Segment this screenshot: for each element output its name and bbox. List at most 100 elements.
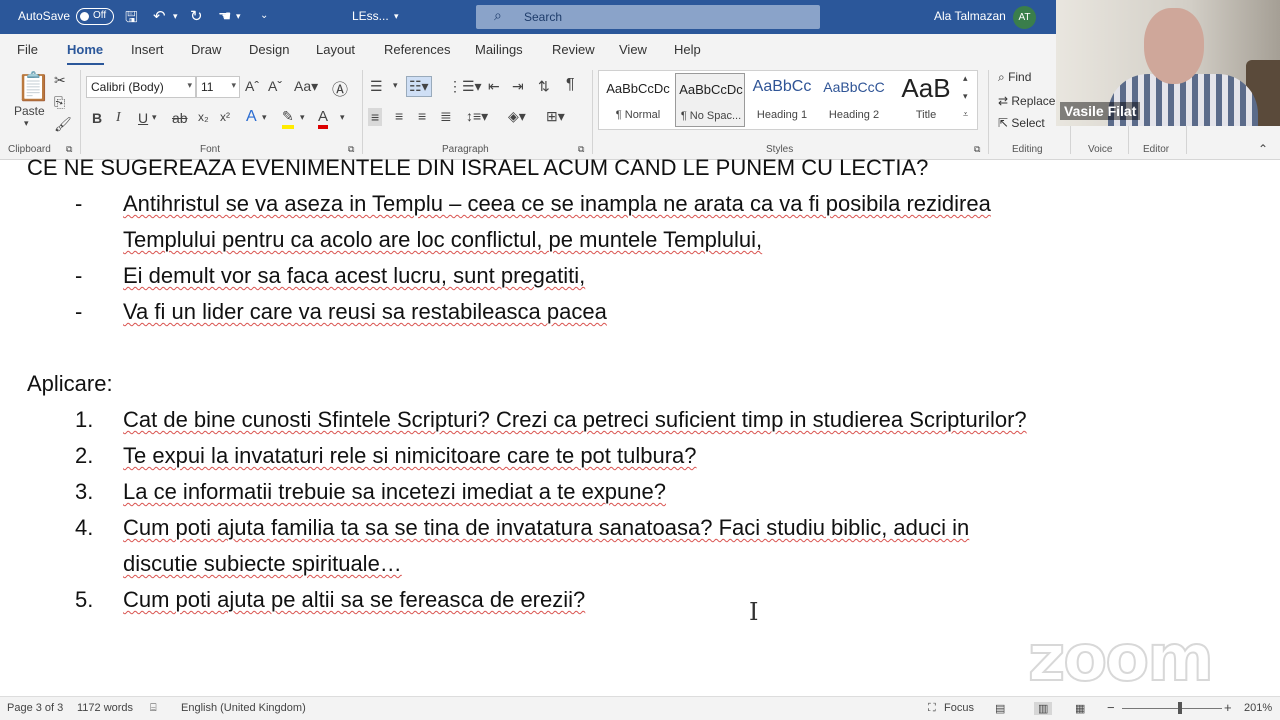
focus-label[interactable]: Focus <box>944 702 974 714</box>
align-center-icon[interactable]: ≡ <box>395 108 403 124</box>
bullets-dropdown-icon[interactable]: ▾ <box>393 80 398 91</box>
proofing-icon[interactable]: ⌸ <box>150 702 157 715</box>
touch-dropdown-icon[interactable]: ▾ <box>236 11 241 22</box>
style-title[interactable]: AaB Title <box>891 73 961 127</box>
borders-icon[interactable]: ⊞▾ <box>546 108 565 125</box>
font-launcher-icon[interactable]: ⧉ <box>348 144 354 155</box>
select-button[interactable]: ⇱ Select <box>998 116 1045 130</box>
save-icon[interactable]: 🖫 <box>125 7 138 32</box>
underline-icon[interactable]: U <box>138 110 148 126</box>
zoom-slider-track[interactable] <box>1122 708 1222 709</box>
superscript-icon[interactable]: x² <box>220 110 230 124</box>
touch-mode-icon[interactable]: ☚ <box>218 7 231 25</box>
clipboard-launcher-icon[interactable]: ⧉ <box>66 144 72 155</box>
find-icon: ⌕ <box>998 70 1009 84</box>
shading-icon[interactable]: ◈▾ <box>508 108 526 125</box>
text-effects-icon[interactable]: A <box>246 108 257 126</box>
zoom-in-button[interactable]: + <box>1224 700 1232 715</box>
styles-more-icon[interactable]: ⩡ <box>963 109 968 120</box>
tab-references[interactable]: References <box>384 42 450 57</box>
tab-insert[interactable]: Insert <box>131 42 164 57</box>
font-color-dropdown-icon[interactable]: ▾ <box>340 112 345 123</box>
print-layout-icon[interactable]: ▥ <box>1034 702 1053 715</box>
web-layout-icon[interactable]: ▦ <box>1075 702 1085 715</box>
read-mode-icon[interactable]: ▤ <box>995 702 1005 715</box>
font-color-icon[interactable]: A <box>318 108 329 129</box>
tab-file[interactable]: File <box>17 42 38 57</box>
replace-button[interactable]: ⇄ Replace <box>998 94 1055 108</box>
clear-formatting-icon[interactable]: Ⓐ <box>332 76 348 100</box>
highlight-dropdown-icon[interactable]: ▾ <box>300 112 305 123</box>
text-effects-dropdown-icon[interactable]: ▾ <box>262 112 267 123</box>
subscript-icon[interactable]: x₂ <box>198 110 209 124</box>
avatar[interactable]: AT <box>1013 6 1036 29</box>
autosave-toggle[interactable]: Off <box>76 8 114 25</box>
decrease-indent-icon[interactable]: ⇤ <box>488 78 500 95</box>
tab-design[interactable]: Design <box>249 42 289 57</box>
styles-launcher-icon[interactable]: ⧉ <box>974 144 980 155</box>
user-name[interactable]: Ala Talmazan <box>934 9 1006 23</box>
style-no-spacing[interactable]: AaBbCcDc ¶ No Spac... <box>675 73 745 127</box>
styles-scroll-up-icon[interactable]: ▴ <box>963 73 968 84</box>
document-name[interactable]: LEss... <box>352 9 389 23</box>
change-case-icon[interactable]: Aa▾ <box>294 78 318 95</box>
font-size-select[interactable]: 11 ▾ <box>196 76 240 98</box>
font-name-select[interactable]: Calibri (Body) ▾ <box>86 76 196 98</box>
word-count[interactable]: 1172 words <box>77 702 133 714</box>
grow-font-icon[interactable]: Aˆ <box>245 78 259 94</box>
bullets-icon[interactable]: ☰ <box>370 78 383 95</box>
strikethrough-icon[interactable]: ab <box>172 110 188 126</box>
tab-home[interactable]: Home <box>67 42 103 57</box>
find-button[interactable]: ⌕ Find <box>998 70 1031 85</box>
chevron-down-icon: ▾ <box>187 80 192 90</box>
align-left-icon[interactable]: ≡ <box>368 108 383 126</box>
zoom-slider-thumb[interactable] <box>1178 702 1182 714</box>
document-page[interactable]: CE NE SUGEREAZA EVENIMENTELE DIN ISRAEL … <box>0 155 1280 697</box>
undo-dropdown-icon[interactable]: ▾ <box>173 11 178 22</box>
paste-label[interactable]: Paste <box>14 104 45 118</box>
justify-icon[interactable]: ≣ <box>440 108 452 125</box>
tab-draw[interactable]: Draw <box>191 42 221 57</box>
focus-icon[interactable]: ⛶ <box>928 702 936 715</box>
tab-view[interactable]: View <box>619 42 647 57</box>
tab-help[interactable]: Help <box>674 42 701 57</box>
paste-dropdown-icon[interactable]: ▾ <box>24 118 29 129</box>
bullet-text: Va fi un lider care va reusi sa restabil… <box>123 299 607 324</box>
highlight-icon[interactable]: ✎ <box>282 108 294 129</box>
style-name: ¶ No Spac... <box>680 110 742 122</box>
collapse-ribbon-icon[interactable]: ⌃ <box>1258 142 1268 156</box>
shrink-font-icon[interactable]: Aˇ <box>268 78 282 94</box>
find-label: Find <box>1008 70 1032 84</box>
bold-icon[interactable]: B <box>92 110 102 126</box>
show-marks-icon[interactable]: ¶ <box>566 76 575 94</box>
increase-indent-icon[interactable]: ⇥ <box>512 78 524 95</box>
multilevel-list-icon[interactable]: ⋮☰▾ <box>448 78 482 95</box>
format-painter-icon[interactable]: 🖌 <box>54 116 72 133</box>
sort-icon[interactable]: ⇅ <box>538 78 550 95</box>
paste-icon[interactable]: 📋 <box>16 70 51 103</box>
doc-name-dropdown-icon[interactable]: ▾ <box>394 11 399 22</box>
underline-dropdown-icon[interactable]: ▾ <box>152 112 157 123</box>
redo-icon[interactable]: ↻ <box>190 7 203 25</box>
language[interactable]: English (United Kingdom) <box>181 702 306 714</box>
line-spacing-icon[interactable]: ↕≡▾ <box>466 108 488 125</box>
cut-icon[interactable]: ✂ <box>54 72 66 89</box>
italic-icon[interactable]: I <box>116 110 121 126</box>
tab-review[interactable]: Review <box>552 42 595 57</box>
tab-mailings[interactable]: Mailings <box>475 42 523 57</box>
tab-layout[interactable]: Layout <box>316 42 355 57</box>
copy-icon[interactable]: ⎘ <box>54 94 65 111</box>
style-heading-1[interactable]: AaBbCc Heading 1 <box>747 73 817 127</box>
search-box[interactable]: ⌕ Search <box>476 5 820 29</box>
style-normal[interactable]: AaBbCcDc ¶ Normal <box>603 73 673 127</box>
zoom-level[interactable]: 201% <box>1244 702 1272 714</box>
numbering-icon[interactable]: ☷▾ <box>406 76 432 97</box>
undo-icon[interactable]: ↶ <box>153 7 166 25</box>
style-heading-2[interactable]: AaBbCcC Heading 2 <box>819 73 889 127</box>
styles-scroll-down-icon[interactable]: ▾ <box>963 91 968 102</box>
customize-toolbar-icon[interactable]: ⌄ <box>260 10 268 21</box>
page-count[interactable]: Page 3 of 3 <box>7 702 63 714</box>
paragraph-launcher-icon[interactable]: ⧉ <box>578 144 584 155</box>
align-right-icon[interactable]: ≡ <box>418 108 426 124</box>
zoom-out-button[interactable]: − <box>1107 700 1115 715</box>
